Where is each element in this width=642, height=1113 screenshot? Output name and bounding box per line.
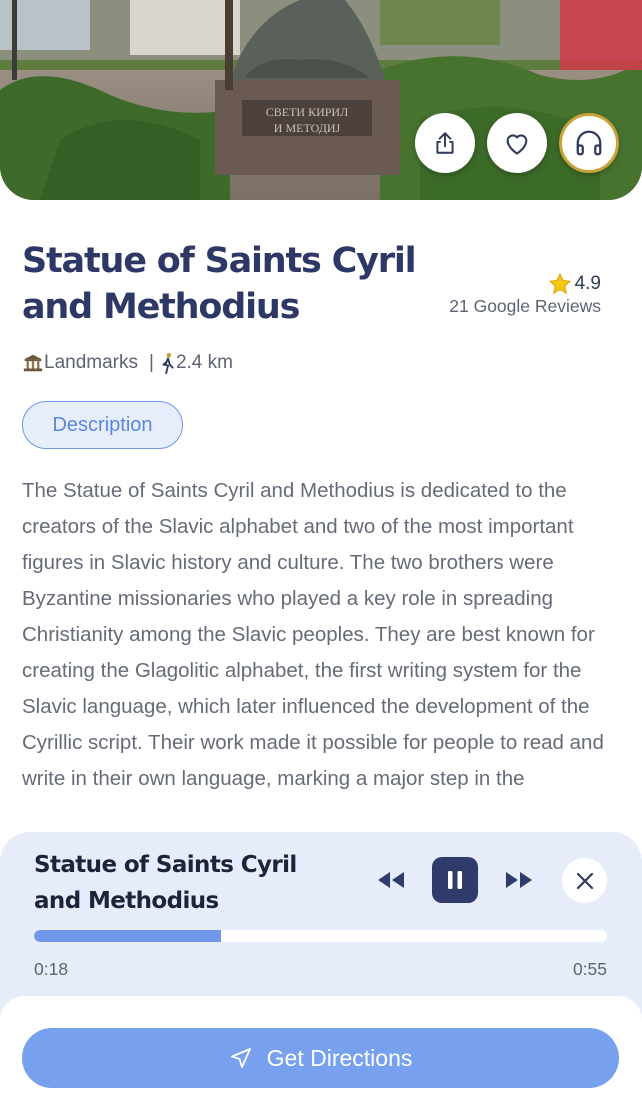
reviews-count[interactable]: 21 Google Reviews (449, 296, 601, 317)
walking-icon (162, 352, 174, 374)
rewind-icon (378, 872, 404, 888)
plaque-line-2: И МЕТОДИЈ (274, 121, 341, 135)
rating-value: 4.9 (574, 273, 601, 294)
rating: 4.9 (548, 272, 601, 296)
star-icon (548, 272, 571, 295)
progress-bar[interactable] (34, 930, 607, 942)
heart-icon (506, 134, 528, 155)
landmark-icon (23, 354, 43, 372)
audio-guide-button[interactable] (559, 113, 619, 173)
get-directions-label: Get Directions (266, 1044, 413, 1071)
hero-photo: СВЕТИ КИРИЛ И МЕТОДИЈ (0, 0, 642, 200)
place-meta: Landmarks | 2.4 km (22, 352, 233, 374)
close-icon (576, 872, 593, 889)
favorite-button[interactable] (487, 113, 547, 173)
duration: 0:55 (572, 959, 607, 979)
navigation-arrow-icon (230, 1048, 251, 1068)
description-text: The Statue of Saints Cyril and Methodius… (22, 479, 604, 790)
distance-label: 2.4 km (175, 352, 233, 373)
current-time: 0:18 (34, 959, 69, 979)
pause-button[interactable] (432, 857, 478, 903)
get-directions-button[interactable]: Get Directions (22, 1028, 619, 1088)
progress-fill (34, 930, 222, 942)
fast-forward-button[interactable] (500, 864, 538, 896)
headphones-icon (576, 130, 602, 156)
hero-image: СВЕТИ КИРИЛ И МЕТОДИЈ (0, 0, 642, 200)
meta-separator: | (149, 352, 154, 373)
category-label: Landmarks (44, 352, 138, 373)
place-title: Statue of Saints Cyril and Methodius (22, 241, 417, 327)
plaque-line-1: СВЕТИ КИРИЛ (266, 105, 348, 119)
close-player-button[interactable] (562, 858, 607, 903)
share-button[interactable] (415, 113, 475, 173)
fast-forward-icon (506, 872, 532, 888)
pause-icon (448, 871, 462, 889)
player-title: Statue of Saints Cyril and Methodius (34, 852, 297, 914)
audio-player: Statue of Saints Cyril and Methodius (0, 832, 642, 1022)
share-icon (436, 132, 454, 154)
tab-description[interactable]: Description (22, 401, 183, 449)
rewind-button[interactable] (372, 864, 410, 896)
